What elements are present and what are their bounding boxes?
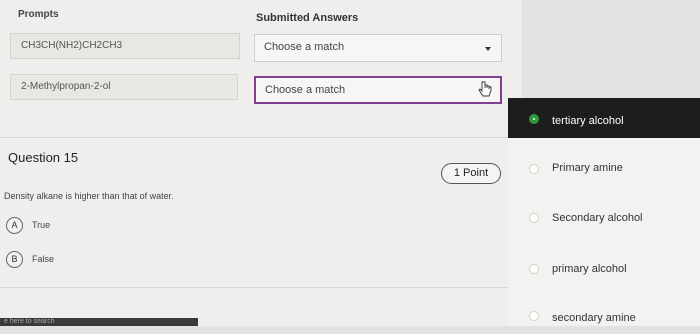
radio-icon bbox=[529, 311, 539, 321]
section-divider bbox=[0, 137, 522, 138]
taskbar-search-text: e here to search bbox=[4, 318, 55, 325]
dropdown-option-primary-alcohol[interactable]: primary alcohol bbox=[508, 247, 700, 287]
option-b-label: False bbox=[32, 254, 55, 264]
dropdown-option-label: Secondary alcohol bbox=[552, 212, 643, 224]
prompt-2: 2-Methylpropan-2-ol bbox=[10, 74, 238, 100]
taskbar-search[interactable]: e here to search bbox=[0, 318, 198, 326]
question-text: Density alkane is higher than that of wa… bbox=[4, 191, 174, 201]
options-divider bbox=[0, 287, 522, 288]
dropdown-option-label: secondary amine bbox=[552, 312, 636, 324]
answer-select-1-value: Choose a match bbox=[264, 41, 345, 53]
radio-icon bbox=[529, 164, 539, 174]
prompts-header: Prompts bbox=[18, 9, 59, 20]
dropdown-option-tertiary-alcohol[interactable]: tertiary alcohol bbox=[508, 98, 700, 138]
question-title: Question 15 bbox=[8, 150, 79, 165]
option-a-letter: A bbox=[6, 217, 23, 234]
points-badge: 1 Point bbox=[441, 163, 501, 184]
question-panel: Prompts Submitted Answers CH3CH(NH2)CH2C… bbox=[0, 0, 522, 326]
dropdown-option-label: primary alcohol bbox=[552, 263, 627, 275]
answer-select-2[interactable]: Choose a match bbox=[254, 76, 502, 104]
option-a-label: True bbox=[32, 220, 51, 230]
chevron-down-icon bbox=[485, 47, 491, 51]
dropdown-option-label: tertiary alcohol bbox=[552, 115, 624, 127]
radio-icon bbox=[529, 213, 539, 223]
dropdown-option-label: Primary amine bbox=[552, 162, 623, 174]
radio-selected-icon bbox=[529, 114, 539, 124]
match-dropdown-list: tertiary alcohol Primary amine Secondary… bbox=[508, 98, 700, 326]
prompt-1: CH3CH(NH2)CH2CH3 bbox=[10, 33, 240, 59]
radio-icon bbox=[529, 264, 539, 274]
dropdown-option-secondary-alcohol[interactable]: Secondary alcohol bbox=[508, 196, 700, 236]
answer-select-2-value: Choose a match bbox=[265, 84, 346, 96]
dropdown-option-primary-amine[interactable]: Primary amine bbox=[508, 146, 700, 186]
hand-pointer-icon bbox=[478, 81, 492, 97]
answer-select-1[interactable]: Choose a match bbox=[254, 34, 502, 62]
dropdown-option-secondary-amine[interactable]: secondary amine bbox=[508, 294, 700, 334]
submitted-answers-header: Submitted Answers bbox=[256, 12, 359, 24]
option-b-letter: B bbox=[6, 251, 23, 268]
